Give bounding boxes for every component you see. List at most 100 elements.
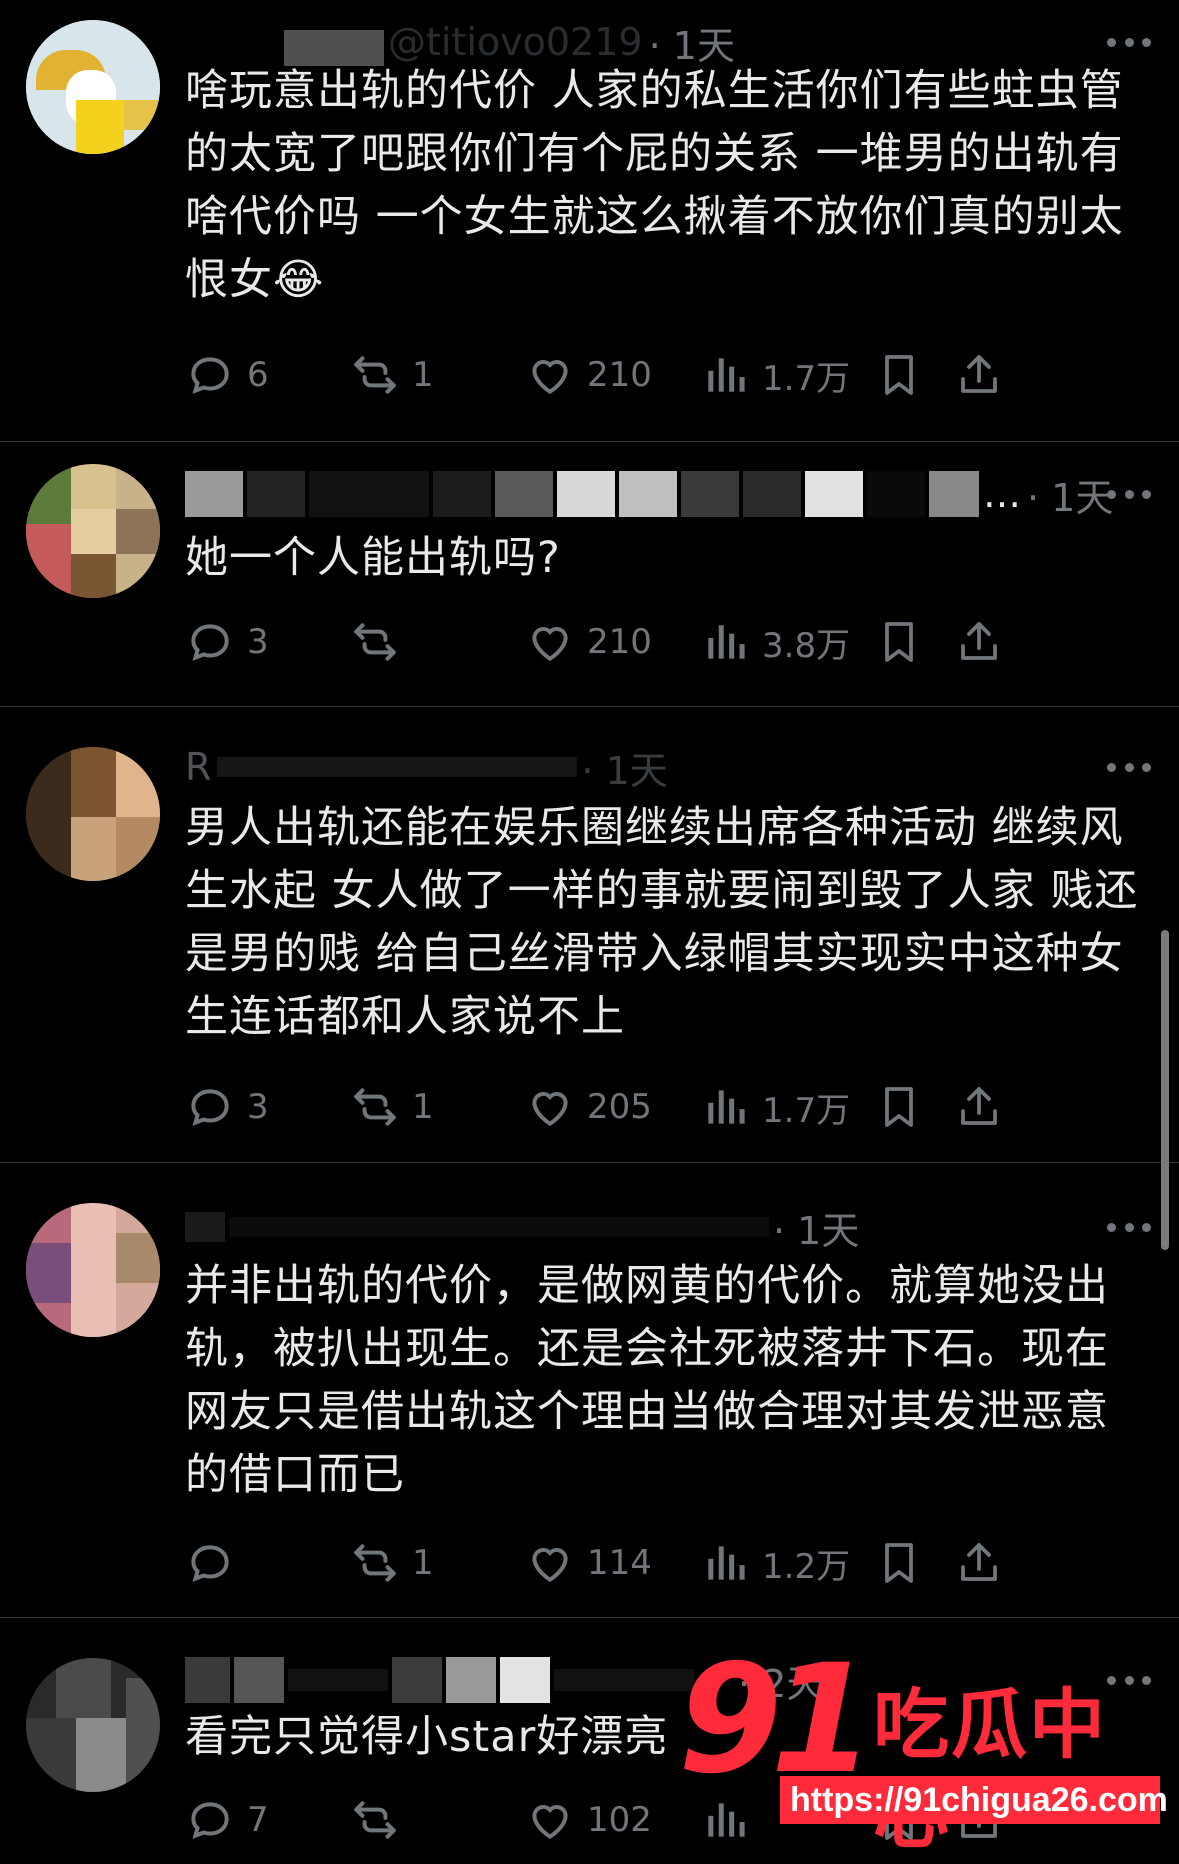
more-icon[interactable] [1107, 32, 1151, 52]
post-time[interactable]: · 1天 [581, 740, 667, 795]
repost-icon [350, 350, 412, 400]
share-icon [955, 351, 1015, 399]
post[interactable]: · 1天 并非出轨的代价，是做网黄的代价。就算她没出轨，被扒出现生。还是会社死被… [0, 1163, 1179, 1618]
post[interactable]: R · 1天 男人出轨还能在娱乐圈继续出席各种活动 继续风生水起 女人做了一样的… [0, 707, 1179, 1163]
repost-icon [350, 1538, 412, 1588]
more-icon[interactable] [1107, 484, 1151, 504]
views-icon [700, 1538, 762, 1588]
repost-button[interactable]: 1 [350, 1533, 434, 1593]
user-handle[interactable]: … [983, 472, 1021, 516]
like-button[interactable]: 210 [525, 612, 652, 672]
like-button[interactable]: 102 [525, 1790, 652, 1850]
views-icon [700, 350, 762, 400]
like-icon [525, 1082, 587, 1132]
views-button[interactable]: 3.8万 [700, 612, 850, 672]
bookmark-button[interactable] [875, 345, 935, 405]
like-count: 210 [587, 622, 652, 662]
repost-button[interactable]: 1 [350, 345, 434, 405]
views-button[interactable]: 1.7万 [700, 1077, 850, 1137]
avatar[interactable] [26, 1658, 160, 1792]
post-time[interactable]: · 1天 [1027, 467, 1113, 522]
more-icon[interactable] [1107, 1217, 1151, 1237]
like-count: 210 [587, 355, 652, 395]
avatar[interactable] [26, 747, 160, 881]
post-header: R · 1天 [185, 737, 668, 797]
post-time[interactable]: · 1天 [773, 1200, 859, 1255]
share-button[interactable] [955, 345, 1015, 405]
reply-count: 6 [247, 355, 269, 395]
avatar[interactable] [26, 20, 160, 154]
post[interactable]: @titiovo0219 · 1天 啥玩意出轨的代价 人家的私生活你们有些蛀虫管… [0, 0, 1179, 442]
reply-icon [185, 350, 247, 400]
repost-count: 1 [412, 1543, 434, 1583]
post-header: · 1天 [185, 1197, 859, 1257]
reply-count: 3 [247, 1087, 269, 1127]
reply-button[interactable] [185, 1533, 247, 1593]
views-count: 3.8万 [762, 625, 851, 666]
reply-button[interactable]: 3 [185, 1077, 269, 1137]
post-text: 啥玩意出轨的代价 人家的私生活你们有些蛀虫管的太宽了吧跟你们有个屁的关系 一堆男… [185, 66, 1124, 305]
watermark: 91 吃瓜中心 https://91chigua26.com [668, 1640, 1168, 1859]
bookmark-icon [875, 351, 935, 399]
user-handle[interactable]: @titiovo0219 [388, 20, 643, 64]
views-count: 1.7万 [762, 358, 851, 399]
post-actions: 1 114 1.2万 [185, 1533, 1150, 1593]
reply-button[interactable]: 6 [185, 345, 269, 405]
post-text: 男人出轨还能在娱乐圈继续出席各种活动 继续风生水起 女人做了一样的事就要闹到毁了… [185, 803, 1139, 1042]
avatar[interactable] [26, 464, 160, 598]
like-icon [525, 617, 587, 667]
views-button[interactable]: 1.2万 [700, 1533, 850, 1593]
like-icon [525, 1795, 587, 1845]
repost-icon [350, 1795, 412, 1845]
reply-count: 3 [247, 622, 269, 662]
user-handle[interactable]: R [185, 745, 211, 789]
views-button[interactable]: 1.7万 [700, 345, 850, 405]
views-icon [700, 1082, 762, 1132]
reply-button[interactable]: 3 [185, 612, 269, 672]
post-text: 她一个人能出轨吗? [185, 533, 561, 583]
reply-icon [185, 617, 247, 667]
avatar[interactable] [26, 1203, 160, 1337]
post-actions: 3 210 3.8万 [185, 612, 1150, 672]
share-icon [955, 618, 1015, 666]
post-actions: 3 1 205 1.7万 [185, 1077, 1150, 1137]
views-count: 1.7万 [762, 1090, 851, 1131]
share-button[interactable] [955, 612, 1015, 672]
reply-icon [185, 1795, 247, 1845]
like-count: 114 [587, 1543, 652, 1583]
like-button[interactable]: 205 [525, 1077, 652, 1137]
like-icon [525, 1538, 587, 1588]
bookmark-button[interactable] [875, 1533, 935, 1593]
bookmark-icon [875, 618, 935, 666]
repost-button[interactable]: 1 [350, 1077, 434, 1137]
share-button[interactable] [955, 1533, 1015, 1593]
share-button[interactable] [955, 1077, 1015, 1137]
reply-icon [185, 1538, 247, 1588]
repost-button[interactable] [350, 1790, 412, 1850]
post-text: 并非出轨的代价，是做网黄的代价。就算她没出轨，被扒出现生。还是会社死被落井下石。… [185, 1261, 1109, 1500]
like-button[interactable]: 210 [525, 345, 652, 405]
bookmark-button[interactable] [875, 1077, 935, 1137]
repost-button[interactable] [350, 612, 412, 672]
like-button[interactable]: 114 [525, 1533, 652, 1593]
like-count: 102 [587, 1800, 652, 1840]
share-icon [955, 1539, 1015, 1587]
like-count: 205 [587, 1087, 652, 1127]
like-icon [525, 350, 587, 400]
watermark-brand: 吃瓜中心 [873, 1680, 1107, 1859]
more-icon[interactable] [1107, 757, 1151, 777]
views-icon [700, 617, 762, 667]
bookmark-button[interactable] [875, 612, 935, 672]
bookmark-icon [875, 1539, 935, 1587]
post-header: … · 1天 [185, 464, 1113, 524]
reply-icon [185, 1082, 247, 1132]
bookmark-icon [875, 1083, 935, 1131]
repost-icon [350, 617, 412, 667]
watermark-url: https://91chigua26.com [780, 1776, 1168, 1824]
reply-button[interactable]: 7 [185, 1790, 269, 1850]
scrollbar[interactable] [1161, 930, 1169, 1250]
reply-count: 7 [247, 1800, 269, 1840]
repost-icon [350, 1082, 412, 1132]
repost-count: 1 [412, 355, 434, 395]
post[interactable]: … · 1天 她一个人能出轨吗? 3 210 3.8万 [0, 442, 1179, 707]
